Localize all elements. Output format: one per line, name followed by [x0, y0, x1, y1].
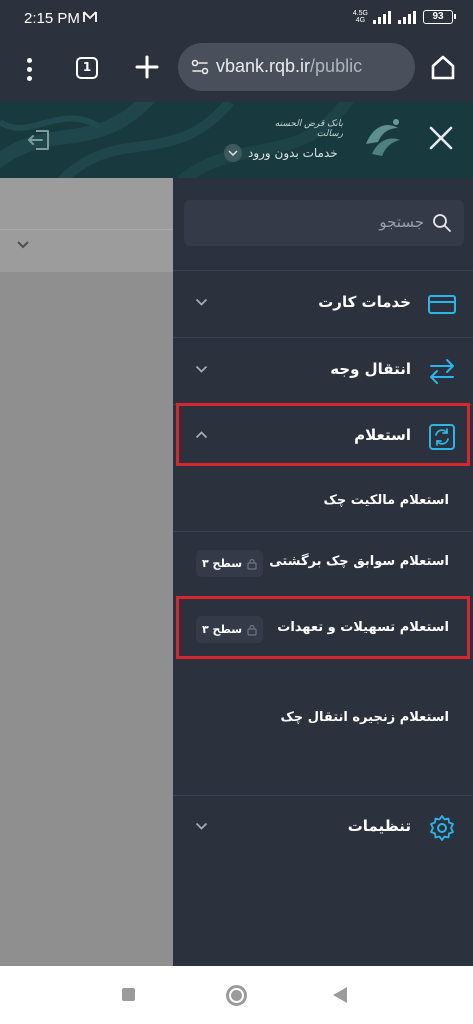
transfer-arrows-icon	[430, 359, 454, 384]
app-area: خدمات بدون ورود بانک قرض الحسنه رسالت جس…	[0, 102, 473, 966]
battery-indicator: 93	[423, 10, 456, 24]
logout-icon[interactable]	[26, 128, 52, 152]
address-bar[interactable]: vbank.rqb.ir/public	[178, 43, 415, 91]
inquiry-refresh-icon	[429, 424, 455, 450]
level-badge: سطح ۳	[196, 616, 263, 643]
recent-apps-icon[interactable]	[122, 988, 135, 1001]
gear-icon	[430, 815, 454, 841]
url-text[interactable]: vbank.rqb.ir/public	[216, 56, 362, 77]
chevron-down-icon	[224, 144, 242, 162]
no-login-selector[interactable]: خدمات بدون ورود	[224, 144, 338, 162]
back-icon[interactable]	[333, 987, 347, 1003]
menu-label-money-transfer: انتقال وجه	[330, 360, 411, 378]
network-label-bottom: 4G	[355, 17, 366, 24]
level-badge-label: سطح ۳	[202, 557, 243, 570]
tab-switcher-button[interactable]: 1	[76, 57, 98, 79]
dot-icon	[26, 57, 32, 63]
submenu-label: استعلام مالکیت چک	[323, 493, 449, 508]
divider	[0, 229, 173, 230]
chevron-down-icon	[195, 298, 208, 306]
menu-item-money-transfer[interactable]: انتقال وجه	[173, 338, 473, 404]
site-settings-icon[interactable]	[191, 58, 209, 76]
chevron-down-icon	[195, 822, 208, 830]
no-login-label: خدمات بدون ورود	[248, 146, 338, 160]
status-time: 2:15 PM	[24, 10, 80, 27]
credit-card-icon	[428, 295, 456, 314]
lock-icon	[247, 558, 257, 570]
url-path: /public	[310, 56, 363, 76]
submenu-label: استعلام سوابق چک برگشتی	[269, 554, 449, 569]
signal-icon-secondary	[398, 10, 416, 24]
menu-label-settings: تنظیمات	[347, 817, 411, 835]
network-label-top: 4.5G	[352, 10, 368, 17]
search-input[interactable]	[224, 213, 424, 231]
submenu-item-facilities-obligations[interactable]: استعلام تسهیلات و تعهدات سطح ۳	[173, 598, 473, 662]
browser-toolbar: 1 vbank.rqb.ir/public	[0, 40, 473, 102]
submenu-label: استعلام زنجیره انتقال چک	[280, 710, 449, 725]
system-nav-bar	[0, 966, 473, 1024]
home-icon[interactable]	[428, 52, 458, 82]
chevron-down-icon[interactable]	[16, 240, 30, 249]
main-content-overlay[interactable]	[0, 178, 173, 966]
menu-label-card-services: خدمات کارت	[318, 293, 411, 311]
dot-icon	[26, 75, 32, 81]
bank-name: بانک قرض الحسنه رسالت	[274, 119, 343, 139]
dot-icon	[26, 66, 32, 72]
home-circle-icon[interactable]	[226, 985, 247, 1006]
url-host: vbank.rqb.ir	[216, 56, 311, 76]
close-icon[interactable]	[427, 124, 455, 152]
content-card	[0, 178, 173, 272]
menu-item-inquiry[interactable]: استعلام	[173, 404, 473, 470]
new-tab-plus-icon[interactable]	[133, 53, 161, 81]
site-header: خدمات بدون ورود بانک قرض الحسنه رسالت	[0, 102, 473, 178]
level-badge: سطح ۳	[196, 550, 263, 577]
browser-menu-button[interactable]	[16, 54, 42, 84]
menu-item-card-services[interactable]: خدمات کارت	[173, 271, 473, 337]
search-box[interactable]	[184, 200, 464, 246]
status-indicators: 4.5G 4G 93	[353, 10, 456, 24]
menu-item-settings[interactable]: تنظیمات	[173, 795, 473, 861]
signal-icon	[373, 10, 391, 24]
side-menu: خدمات کارت انتقال وجه استعلام	[173, 178, 473, 966]
network-type: 4.5G 4G	[353, 10, 368, 24]
gmail-icon	[83, 11, 97, 22]
chevron-down-icon	[195, 365, 208, 373]
submenu-item-check-ownership[interactable]: استعلام مالکیت چک	[173, 471, 473, 535]
chevron-up-icon	[195, 431, 208, 439]
level-badge-label: سطح ۳	[202, 623, 243, 636]
lock-icon	[247, 624, 257, 636]
status-bar: 2:15 PM 4.5G 4G 93	[0, 0, 473, 40]
search-icon	[433, 214, 451, 232]
submenu-label: استعلام تسهیلات و تعهدات	[277, 620, 449, 635]
submenu-item-check-transfer-chain[interactable]: استعلام زنجیره انتقال چک	[173, 710, 473, 794]
bank-logo-icon	[366, 119, 400, 156]
menu-label-inquiry: استعلام	[354, 426, 411, 444]
submenu-item-bounced-check-history[interactable]: استعلام سوابق چک برگشتی سطح ۳	[173, 532, 473, 596]
